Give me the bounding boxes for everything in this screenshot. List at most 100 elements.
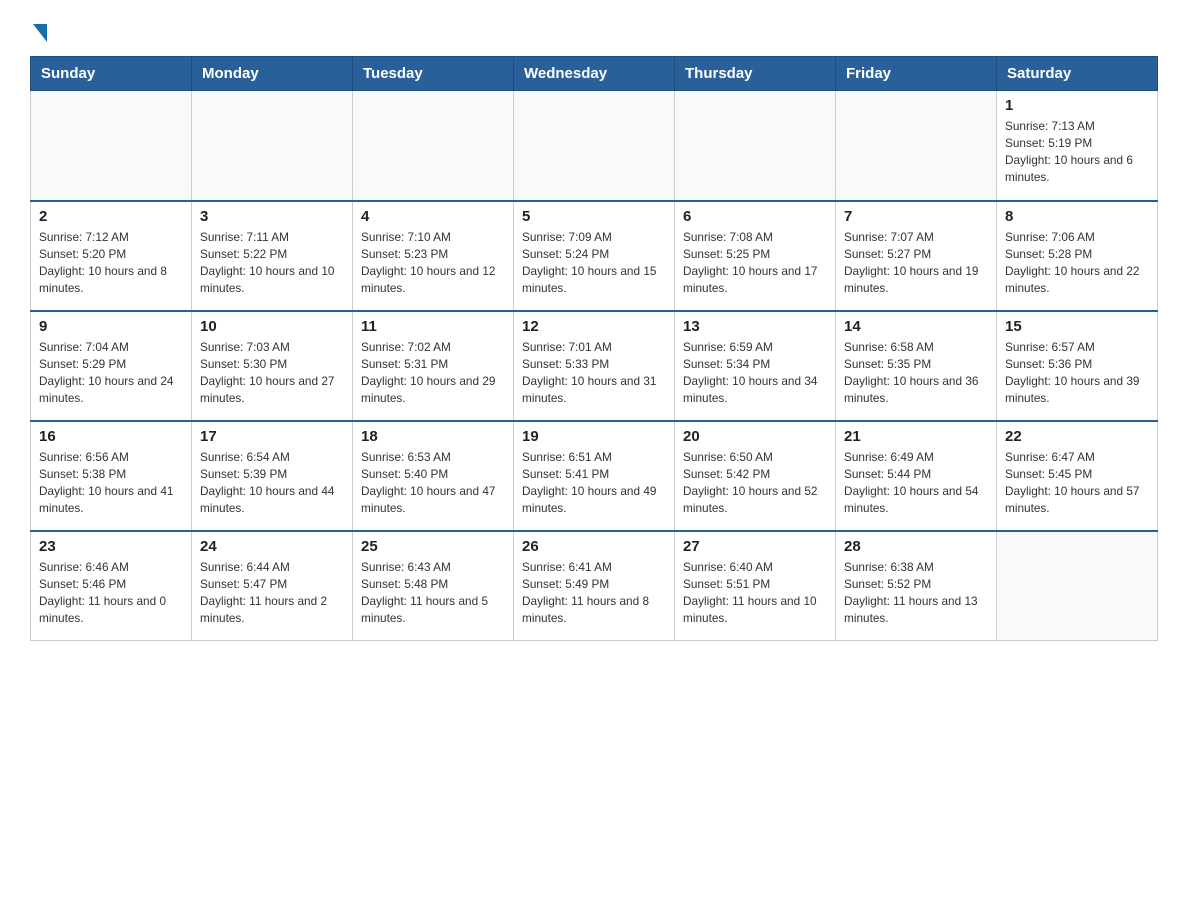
calendar-day-cell: 7 Sunrise: 7:07 AMSunset: 5:27 PMDaylight…	[836, 201, 997, 311]
day-number: 9	[39, 318, 183, 335]
calendar-day-cell	[31, 91, 192, 201]
day-info: Sunrise: 6:50 AMSunset: 5:42 PMDaylight:…	[683, 449, 827, 517]
day-number: 23	[39, 538, 183, 555]
day-number: 1	[1005, 97, 1149, 114]
day-of-week-header: Tuesday	[353, 57, 514, 91]
day-info: Sunrise: 6:59 AMSunset: 5:34 PMDaylight:…	[683, 339, 827, 407]
day-number: 16	[39, 428, 183, 445]
day-info: Sunrise: 7:12 AMSunset: 5:20 PMDaylight:…	[39, 229, 183, 297]
day-number: 8	[1005, 208, 1149, 225]
day-number: 26	[522, 538, 666, 555]
calendar-day-cell: 13 Sunrise: 6:59 AMSunset: 5:34 PMDayligh…	[675, 311, 836, 421]
calendar-week-row: 9 Sunrise: 7:04 AMSunset: 5:29 PMDaylight…	[31, 311, 1158, 421]
day-info: Sunrise: 6:51 AMSunset: 5:41 PMDaylight:…	[522, 449, 666, 517]
day-info: Sunrise: 6:41 AMSunset: 5:49 PMDaylight:…	[522, 559, 666, 627]
day-number: 15	[1005, 318, 1149, 335]
day-number: 4	[361, 208, 505, 225]
day-of-week-header: Monday	[192, 57, 353, 91]
day-info: Sunrise: 7:13 AMSunset: 5:19 PMDaylight:…	[1005, 118, 1149, 186]
day-info: Sunrise: 6:53 AMSunset: 5:40 PMDaylight:…	[361, 449, 505, 517]
calendar-day-cell: 25 Sunrise: 6:43 AMSunset: 5:48 PMDayligh…	[353, 531, 514, 641]
day-info: Sunrise: 7:11 AMSunset: 5:22 PMDaylight:…	[200, 229, 344, 297]
calendar-day-cell: 28 Sunrise: 6:38 AMSunset: 5:52 PMDayligh…	[836, 531, 997, 641]
calendar-day-cell: 2 Sunrise: 7:12 AMSunset: 5:20 PMDaylight…	[31, 201, 192, 311]
day-number: 13	[683, 318, 827, 335]
calendar-day-cell: 19 Sunrise: 6:51 AMSunset: 5:41 PMDayligh…	[514, 421, 675, 531]
day-info: Sunrise: 6:57 AMSunset: 5:36 PMDaylight:…	[1005, 339, 1149, 407]
day-info: Sunrise: 7:10 AMSunset: 5:23 PMDaylight:…	[361, 229, 505, 297]
calendar-day-cell	[675, 91, 836, 201]
calendar-day-cell: 27 Sunrise: 6:40 AMSunset: 5:51 PMDayligh…	[675, 531, 836, 641]
calendar-day-cell	[997, 531, 1158, 641]
calendar-day-cell: 18 Sunrise: 6:53 AMSunset: 5:40 PMDayligh…	[353, 421, 514, 531]
day-info: Sunrise: 6:58 AMSunset: 5:35 PMDaylight:…	[844, 339, 988, 407]
day-of-week-header: Friday	[836, 57, 997, 91]
calendar-day-cell	[353, 91, 514, 201]
calendar-day-cell	[514, 91, 675, 201]
day-number: 6	[683, 208, 827, 225]
day-info: Sunrise: 7:02 AMSunset: 5:31 PMDaylight:…	[361, 339, 505, 407]
day-of-week-header: Saturday	[997, 57, 1158, 91]
day-info: Sunrise: 7:07 AMSunset: 5:27 PMDaylight:…	[844, 229, 988, 297]
day-info: Sunrise: 6:54 AMSunset: 5:39 PMDaylight:…	[200, 449, 344, 517]
day-info: Sunrise: 6:43 AMSunset: 5:48 PMDaylight:…	[361, 559, 505, 627]
calendar-table: SundayMondayTuesdayWednesdayThursdayFrid…	[30, 56, 1158, 641]
day-info: Sunrise: 6:46 AMSunset: 5:46 PMDaylight:…	[39, 559, 183, 627]
day-number: 28	[844, 538, 988, 555]
day-number: 10	[200, 318, 344, 335]
day-number: 25	[361, 538, 505, 555]
calendar-day-cell: 3Sunrise: 7:11 AMSunset: 5:22 PMDaylight…	[192, 201, 353, 311]
calendar-day-cell: 6 Sunrise: 7:08 AMSunset: 5:25 PMDaylight…	[675, 201, 836, 311]
calendar-day-cell: 26 Sunrise: 6:41 AMSunset: 5:49 PMDayligh…	[514, 531, 675, 641]
day-number: 19	[522, 428, 666, 445]
calendar-day-cell: 20 Sunrise: 6:50 AMSunset: 5:42 PMDayligh…	[675, 421, 836, 531]
calendar-header-row: SundayMondayTuesdayWednesdayThursdayFrid…	[31, 57, 1158, 91]
day-number: 20	[683, 428, 827, 445]
day-of-week-header: Thursday	[675, 57, 836, 91]
day-number: 27	[683, 538, 827, 555]
logo-arrow-icon	[33, 24, 47, 42]
calendar-day-cell: 22Sunrise: 6:47 AMSunset: 5:45 PMDayligh…	[997, 421, 1158, 531]
calendar-day-cell: 16 Sunrise: 6:56 AMSunset: 5:38 PMDayligh…	[31, 421, 192, 531]
day-info: Sunrise: 6:44 AMSunset: 5:47 PMDaylight:…	[200, 559, 344, 627]
calendar-week-row: 1 Sunrise: 7:13 AMSunset: 5:19 PMDaylight…	[31, 91, 1158, 201]
calendar-day-cell	[836, 91, 997, 201]
calendar-week-row: 16 Sunrise: 6:56 AMSunset: 5:38 PMDayligh…	[31, 421, 1158, 531]
day-of-week-header: Wednesday	[514, 57, 675, 91]
calendar-week-row: 23 Sunrise: 6:46 AMSunset: 5:46 PMDayligh…	[31, 531, 1158, 641]
calendar-day-cell: 11 Sunrise: 7:02 AMSunset: 5:31 PMDayligh…	[353, 311, 514, 421]
day-info: Sunrise: 6:40 AMSunset: 5:51 PMDaylight:…	[683, 559, 827, 627]
day-info: Sunrise: 7:09 AMSunset: 5:24 PMDaylight:…	[522, 229, 666, 297]
day-number: 14	[844, 318, 988, 335]
calendar-day-cell: 8 Sunrise: 7:06 AMSunset: 5:28 PMDaylight…	[997, 201, 1158, 311]
calendar-day-cell: 23 Sunrise: 6:46 AMSunset: 5:46 PMDayligh…	[31, 531, 192, 641]
day-info: Sunrise: 6:49 AMSunset: 5:44 PMDaylight:…	[844, 449, 988, 517]
day-of-week-header: Sunday	[31, 57, 192, 91]
day-info: Sunrise: 7:03 AMSunset: 5:30 PMDaylight:…	[200, 339, 344, 407]
calendar-day-cell: 10 Sunrise: 7:03 AMSunset: 5:30 PMDayligh…	[192, 311, 353, 421]
day-info: Sunrise: 6:38 AMSunset: 5:52 PMDaylight:…	[844, 559, 988, 627]
day-info: Sunrise: 7:01 AMSunset: 5:33 PMDaylight:…	[522, 339, 666, 407]
calendar-day-cell: 21 Sunrise: 6:49 AMSunset: 5:44 PMDayligh…	[836, 421, 997, 531]
calendar-week-row: 2 Sunrise: 7:12 AMSunset: 5:20 PMDaylight…	[31, 201, 1158, 311]
day-number: 7	[844, 208, 988, 225]
calendar-day-cell: 5Sunrise: 7:09 AMSunset: 5:24 PMDaylight…	[514, 201, 675, 311]
day-info: Sunrise: 7:04 AMSunset: 5:29 PMDaylight:…	[39, 339, 183, 407]
day-number: 11	[361, 318, 505, 335]
calendar-day-cell: 14 Sunrise: 6:58 AMSunset: 5:35 PMDayligh…	[836, 311, 997, 421]
day-info: Sunrise: 7:08 AMSunset: 5:25 PMDaylight:…	[683, 229, 827, 297]
day-info: Sunrise: 6:56 AMSunset: 5:38 PMDaylight:…	[39, 449, 183, 517]
calendar-day-cell: 9 Sunrise: 7:04 AMSunset: 5:29 PMDaylight…	[31, 311, 192, 421]
logo	[30, 20, 47, 40]
calendar-day-cell: 24 Sunrise: 6:44 AMSunset: 5:47 PMDayligh…	[192, 531, 353, 641]
day-number: 21	[844, 428, 988, 445]
day-number: 12	[522, 318, 666, 335]
day-info: Sunrise: 7:06 AMSunset: 5:28 PMDaylight:…	[1005, 229, 1149, 297]
calendar-day-cell: 12 Sunrise: 7:01 AMSunset: 5:33 PMDayligh…	[514, 311, 675, 421]
calendar-day-cell: 17Sunrise: 6:54 AMSunset: 5:39 PMDayligh…	[192, 421, 353, 531]
calendar-day-cell: 15 Sunrise: 6:57 AMSunset: 5:36 PMDayligh…	[997, 311, 1158, 421]
day-number: 18	[361, 428, 505, 445]
calendar-day-cell: 1 Sunrise: 7:13 AMSunset: 5:19 PMDaylight…	[997, 91, 1158, 201]
day-number: 24	[200, 538, 344, 555]
day-number: 2	[39, 208, 183, 225]
